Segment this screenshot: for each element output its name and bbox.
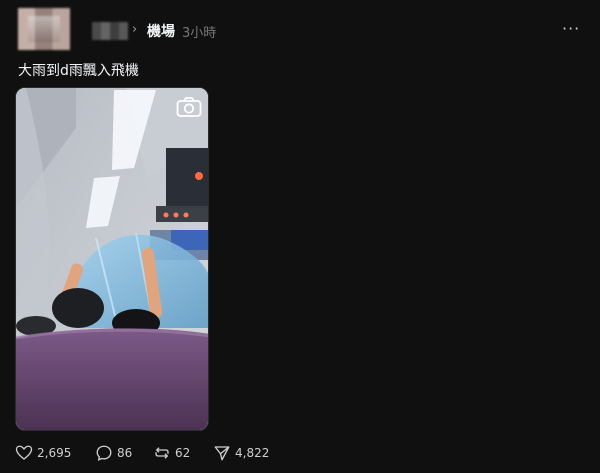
- more-options-icon[interactable]: ···: [562, 19, 580, 38]
- camera-icon[interactable]: [176, 96, 202, 118]
- community-name[interactable]: 機場: [147, 21, 175, 41]
- post-video[interactable]: [15, 87, 209, 431]
- username-blurred[interactable]: [92, 22, 128, 40]
- repost-icon: [155, 447, 169, 459]
- post-caption: 大雨到d雨飄入飛機: [18, 63, 139, 79]
- comment-icon: [96, 445, 112, 461]
- share-button[interactable]: 4,822: [213, 444, 269, 462]
- repost-count: 62: [175, 446, 191, 460]
- video-frame: [16, 88, 208, 430]
- heart-icon: [15, 445, 33, 460]
- post-time: 3小時: [182, 26, 217, 41]
- chevron-right-icon: ›: [132, 22, 138, 37]
- comment-count: 86: [117, 446, 133, 460]
- avatar[interactable]: [18, 8, 70, 50]
- post-header: › 機場 3小時 ···: [0, 0, 600, 60]
- like-button[interactable]: 2,695: [15, 444, 71, 462]
- repost-button[interactable]: 62: [153, 444, 190, 462]
- post-actions: 2,695 86 62 4,822: [15, 444, 315, 466]
- comment-button[interactable]: 86: [95, 444, 132, 462]
- like-count: 2,695: [37, 446, 72, 460]
- send-icon: [214, 446, 230, 461]
- share-count: 4,822: [235, 446, 270, 460]
